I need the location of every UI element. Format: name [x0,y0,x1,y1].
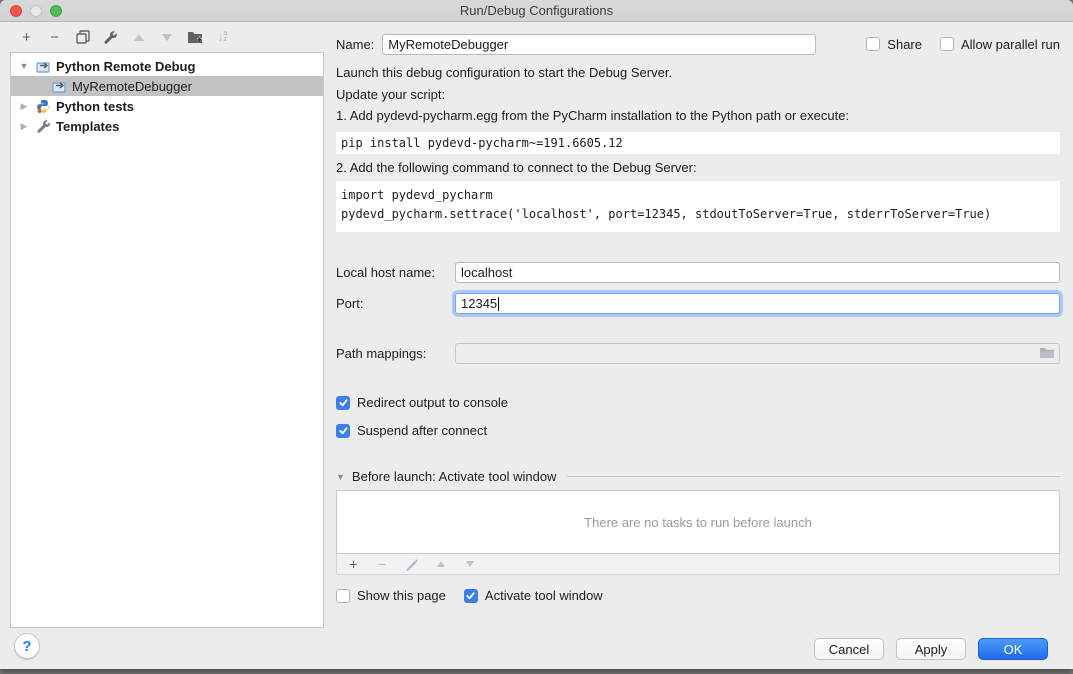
path-mappings-input[interactable] [455,343,1060,364]
empty-task-list-text: There are no tasks to run before launch [584,515,812,530]
configurations-toolbar: + − ↓ az [10,22,325,52]
remove-task-icon[interactable]: − [374,556,391,573]
checkbox-unchecked-icon [940,37,954,51]
allow-parallel-run-checkbox[interactable]: Allow parallel run [940,37,1060,52]
before-launch-section-header[interactable]: ▼ Before launch: Activate tool window [336,469,1060,484]
task-list-toolbar: + − [336,554,1060,575]
configurations-sidebar: + − ↓ az ▼ [0,22,325,668]
tree-item-python-tests[interactable]: ▶ Python tests [11,96,323,116]
add-task-icon[interactable]: + [345,556,362,573]
close-window-button[interactable] [10,5,22,17]
task-down-icon[interactable] [461,556,478,573]
tree-item-python-remote-debug[interactable]: ▼ Python Remote Debug [11,56,323,76]
tree-item-templates[interactable]: ▶ Templates [11,116,323,136]
chevron-collapsed-icon[interactable]: ▶ [19,101,29,112]
section-divider [567,476,1060,477]
title-bar[interactable]: Run/Debug Configurations [0,0,1073,22]
checkbox-checked-icon [336,396,350,410]
browse-folder-icon[interactable] [1039,346,1055,362]
port-label: Port: [336,296,455,311]
step-1-text: 1. Add pydevd-pycharm.egg from the PyCha… [336,108,1060,124]
task-up-icon[interactable] [432,556,449,573]
window-title: Run/Debug Configurations [460,3,613,18]
checkbox-checked-icon [336,424,350,438]
pip-install-command: pip install pydevd-pycharm~=191.6605.12 [336,132,1060,154]
suspend-after-connect-checkbox[interactable]: Suspend after connect [336,423,487,438]
dialog-buttons: Cancel Apply OK [814,638,1048,660]
redirect-output-checkbox[interactable]: Redirect output to console [336,395,508,410]
local-host-name-input[interactable] [455,262,1060,283]
path-mappings-label: Path mappings: [336,346,455,361]
checkbox-unchecked-icon [336,589,350,603]
help-button[interactable]: ? [14,633,40,659]
before-launch-task-list[interactable]: There are no tasks to run before launch [336,490,1060,554]
minimize-window-button[interactable] [30,5,42,17]
python-tests-icon [35,98,52,114]
edit-defaults-wrench-icon[interactable] [102,29,119,46]
traffic-lights [10,5,62,17]
show-this-page-checkbox[interactable]: Show this page [336,588,446,603]
move-up-icon[interactable] [130,29,147,46]
description-line-2: Update your script: [336,87,1060,103]
chevron-expanded-icon[interactable]: ▼ [19,61,29,71]
templates-wrench-icon [35,118,52,134]
new-folder-icon[interactable] [186,29,203,46]
apply-button[interactable]: Apply [896,638,966,660]
chevron-collapsed-icon[interactable]: ▶ [19,121,29,132]
text-cursor [498,297,499,311]
local-host-name-label: Local host name: [336,265,455,280]
cancel-button[interactable]: Cancel [814,638,884,660]
remove-configuration-icon[interactable]: − [46,29,63,46]
add-configuration-icon[interactable]: + [18,29,35,46]
zoom-window-button[interactable] [50,5,62,17]
name-label: Name: [336,37,374,52]
share-checkbox[interactable]: Share [866,37,922,52]
run-debug-configurations-dialog: Run/Debug Configurations + − ↓ [0,0,1073,669]
run-configuration-icon [51,78,68,94]
move-down-icon[interactable] [158,29,175,46]
copy-configuration-icon[interactable] [74,29,91,46]
configuration-editor: Name: Share Allow parallel run Launch th… [325,22,1073,668]
port-input[interactable]: 12345 [455,293,1060,314]
configurations-tree: ▼ Python Remote Debug MyRemoteDebugger ▶ [10,52,324,628]
checkbox-unchecked-icon [866,37,880,51]
activate-tool-window-checkbox[interactable]: Activate tool window [464,588,603,603]
settrace-code-snippet: import pydevd_pycharm pydevd_pycharm.set… [336,181,1060,232]
checkbox-checked-icon [464,589,478,603]
description-line-1: Launch this debug configuration to start… [336,65,1060,81]
edit-task-pencil-icon[interactable] [403,556,420,573]
tree-item-myremotedebugger[interactable]: MyRemoteDebugger [11,76,323,96]
step-2-text: 2. Add the following command to connect … [336,160,1060,176]
ok-button[interactable]: OK [978,638,1048,660]
code-line-1: import pydevd_pycharm [341,186,1055,205]
code-line-2: pydevd_pycharm.settrace('localhost', por… [341,205,1055,224]
before-launch-title: Before launch: Activate tool window [352,469,557,484]
sort-alphabetically-icon[interactable]: ↓ az [214,29,231,46]
run-configuration-icon [35,58,52,74]
name-input[interactable] [382,34,816,55]
chevron-expanded-icon[interactable]: ▼ [336,472,345,482]
